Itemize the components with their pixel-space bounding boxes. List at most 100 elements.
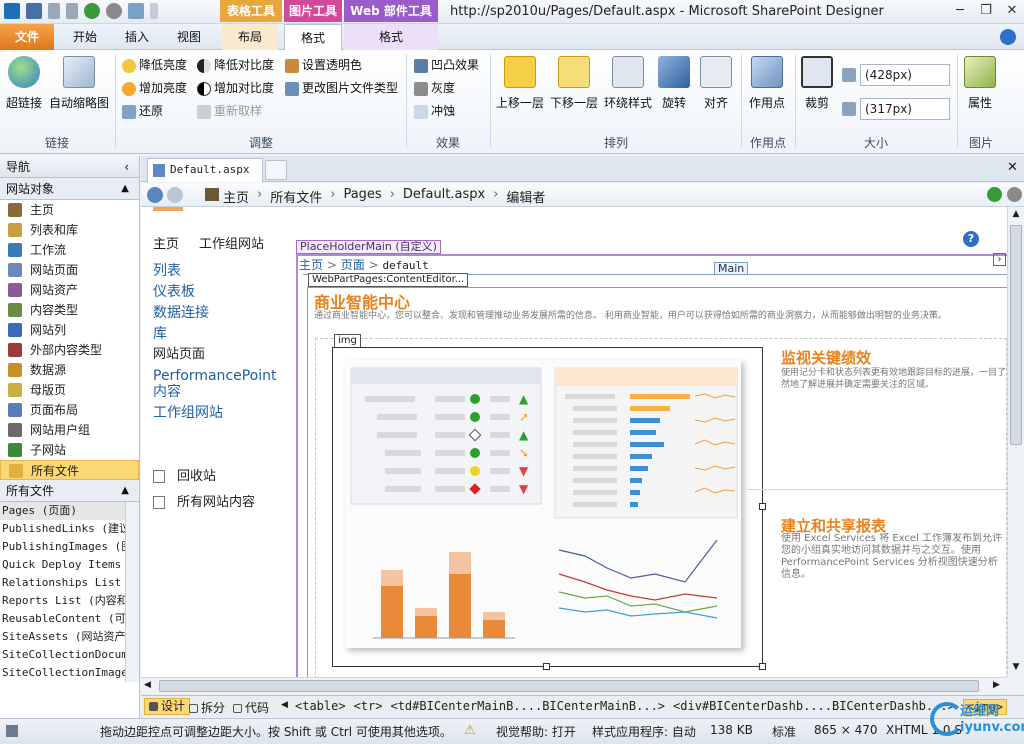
refresh-icon[interactable] — [84, 3, 100, 19]
resample-button[interactable]: 重新取样 — [197, 102, 262, 119]
refresh-icon[interactable] — [987, 187, 1002, 202]
tag-path-item[interactable]: <div#BICenterDashb....BICenterDashb...> — [673, 699, 955, 715]
img-tag[interactable]: img — [334, 334, 361, 348]
scroll-thumb[interactable] — [1010, 225, 1022, 445]
view-tab-split[interactable]: 拆分 — [189, 699, 225, 716]
file-list-item[interactable]: PublishedLinks (建议 — [0, 520, 139, 538]
align-button[interactable]: 对齐 — [698, 56, 734, 111]
doc-tab-default-aspx[interactable]: Default.aspx — [147, 158, 263, 182]
wrap-style-button[interactable]: 环绕样式 — [602, 56, 654, 111]
all-files-header[interactable]: 所有文件 ▲ — [0, 480, 139, 502]
nav-item-all-files[interactable]: 所有文件 — [0, 460, 139, 480]
tab-layout[interactable]: 布局 — [222, 24, 278, 50]
redo-icon[interactable] — [66, 3, 78, 19]
nav-item-site-groups[interactable]: 网站用户组 — [0, 420, 139, 440]
nav-item-master-pages[interactable]: 母版页 — [0, 380, 139, 400]
undo-icon[interactable] — [48, 3, 60, 19]
height-field[interactable]: (317px) — [860, 98, 950, 120]
nav-item-data-sources[interactable]: 数据源 — [0, 360, 139, 380]
back-icon[interactable] — [147, 187, 163, 203]
restore-button[interactable]: ❐ — [976, 2, 996, 20]
width-field[interactable]: (428px) — [860, 64, 950, 86]
help-icon[interactable]: ? — [963, 231, 979, 247]
topnav-team-site[interactable]: 工作组网站 — [199, 233, 264, 252]
quick-launch-item[interactable]: PerformancePoint 内容 — [153, 368, 289, 400]
recycle-bin-link[interactable]: 回收站 — [153, 465, 216, 484]
tag-path-left-icon[interactable]: ◀ — [281, 700, 288, 710]
breadcrumb-separator-icon[interactable]: › — [390, 187, 395, 206]
properties-button[interactable]: 属性 — [962, 56, 998, 111]
view-tab-design[interactable]: 设计 — [144, 698, 191, 715]
file-list-item[interactable]: ReusableContent (可重 — [0, 610, 139, 628]
nav-item-external-content-types[interactable]: 外部内容类型 — [0, 340, 139, 360]
breadcrumb-item[interactable]: 编辑者 — [506, 187, 545, 206]
nav-item-subsites[interactable]: 子网站 — [0, 440, 139, 460]
more-brightness-button[interactable]: 增加亮度 — [122, 79, 187, 96]
file-list-item[interactable]: Relationships List ( — [0, 574, 139, 592]
resize-handle[interactable] — [759, 663, 766, 670]
file-list-scrollbar[interactable] — [125, 502, 139, 682]
nav-item-site-pages[interactable]: 网站页面 — [0, 260, 139, 280]
quick-launch-item[interactable]: 列表 — [153, 263, 289, 279]
scroll-down-arrow-icon[interactable]: ▼ — [1010, 662, 1022, 674]
new-tab-button[interactable] — [265, 160, 287, 180]
quick-launch-item[interactable]: 库 — [153, 326, 289, 342]
app-icon[interactable] — [4, 3, 20, 19]
nav-item-page-layouts[interactable]: 页面布局 — [0, 400, 139, 420]
tag-path-item[interactable]: <td#BICenterMainB....BICenterMainB...> — [390, 699, 665, 715]
scroll-right-arrow-icon[interactable]: ▶ — [993, 680, 1000, 690]
file-list-item[interactable]: PublishingImages (图 — [0, 538, 139, 556]
rotate-button[interactable]: 旋转 — [656, 56, 692, 111]
close-button[interactable]: ✕ — [1002, 2, 1022, 20]
file-list-item[interactable]: SiteCollectionImages — [0, 664, 139, 682]
file-list-item[interactable]: Reports List (内容和 — [0, 592, 139, 610]
less-brightness-button[interactable]: 降低亮度 — [122, 56, 187, 73]
stop-icon[interactable] — [1007, 187, 1022, 202]
tab-format-picture[interactable]: 格式 — [284, 24, 342, 51]
inner-crumb-home[interactable]: 主页 — [299, 258, 323, 272]
help-icon[interactable] — [1000, 29, 1016, 45]
resize-handle[interactable] — [759, 503, 766, 510]
topnav-home[interactable]: 主页 — [153, 233, 179, 252]
file-list-item[interactable]: SiteCollectionDocume — [0, 646, 139, 664]
breadcrumb-item[interactable]: 主页 — [223, 187, 249, 206]
less-contrast-button[interactable]: 降低对比度 — [197, 56, 274, 73]
design-canvas[interactable]: 主页 工作组网站 ? 列表 仪表板 数据连接库网站页面 PerformancePoin… — [141, 207, 1007, 677]
grayscale-button[interactable]: 灰度 — [414, 79, 455, 96]
resize-handle[interactable] — [543, 663, 550, 670]
file-list-item[interactable]: Pages (页面) — [0, 502, 139, 520]
view-tab-code[interactable]: 代码 — [233, 699, 269, 716]
auto-thumbnail-button[interactable]: 自动缩略图 — [48, 56, 110, 111]
stop-icon[interactable] — [106, 3, 122, 19]
vertical-scrollbar[interactable]: ▲ ▼ — [1007, 207, 1024, 677]
nav-item-content-types[interactable]: 内容类型 — [0, 300, 139, 320]
selected-image[interactable]: ▲ ➚ ▲ ➘ ▼ ▼ — [332, 347, 763, 667]
nav-item-site-columns[interactable]: 网站列 — [0, 320, 139, 340]
expand-zone-icon[interactable]: › — [993, 253, 1006, 266]
save-icon[interactable] — [26, 3, 42, 19]
tab-insert[interactable]: 插入 — [112, 24, 162, 50]
breadcrumb-item[interactable]: 所有文件 — [270, 187, 322, 206]
minimize-button[interactable]: ─ — [950, 2, 970, 20]
close-doc-icon[interactable]: ✕ — [1007, 160, 1018, 175]
scroll-up-arrow-icon[interactable]: ▲ — [1010, 209, 1022, 221]
crop-button[interactable]: 裁剪 — [800, 56, 834, 111]
file-list-item[interactable]: Quick Deploy Items ( — [0, 556, 139, 574]
scroll-thumb[interactable] — [159, 680, 979, 692]
hotspot-button[interactable]: 作用点 — [746, 56, 788, 111]
tab-file[interactable]: 文件 — [0, 24, 54, 50]
nav-item-home[interactable]: 主页 — [0, 200, 139, 220]
site-objects-header[interactable]: 网站对象 ▲ — [0, 178, 139, 200]
bevel-button[interactable]: 凹凸效果 — [414, 56, 479, 73]
quick-launch-item[interactable]: 数据连接 — [153, 305, 289, 321]
breadcrumb-separator-icon[interactable]: › — [493, 187, 498, 206]
tag-path-item[interactable]: <tr> — [354, 699, 383, 715]
change-file-type-button[interactable]: 更改图片文件类型 — [285, 79, 398, 96]
breadcrumb-separator-icon[interactable]: › — [330, 187, 335, 206]
inner-crumb-pages[interactable]: 页面 — [341, 258, 365, 272]
file-list-item[interactable]: SiteAssets (网站资产 — [0, 628, 139, 646]
scroll-left-arrow-icon[interactable]: ◀ — [144, 680, 151, 690]
status-visual-aids[interactable]: 视觉帮助: 打开 — [496, 723, 576, 740]
set-transparent-button[interactable]: 设置透明色 — [285, 56, 362, 73]
webpart-tag[interactable]: WebPartPages:ContentEditor... — [308, 273, 469, 287]
